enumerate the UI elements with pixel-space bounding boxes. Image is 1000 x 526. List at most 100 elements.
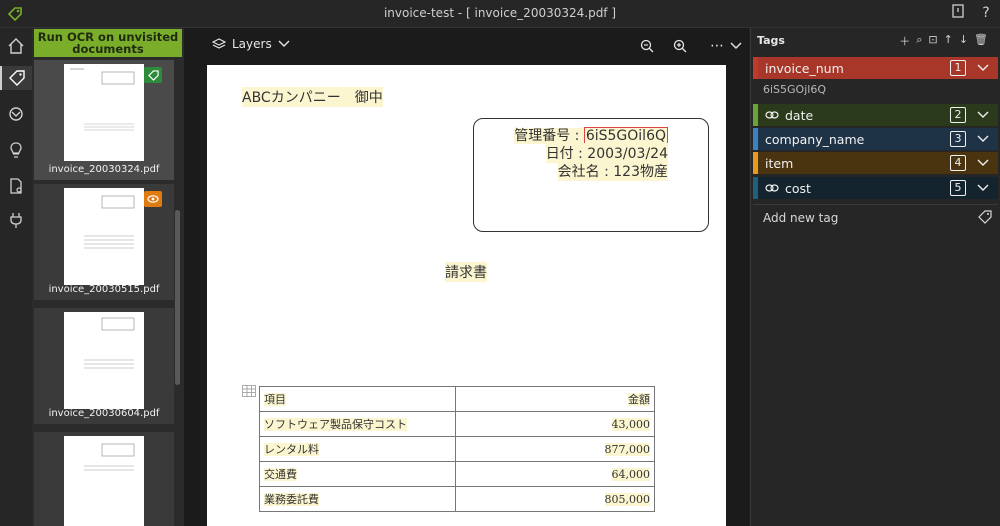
table-row: ソフトウェア製品保守コスト 43,000 (259, 411, 655, 437)
management-number-line: 管理番号 : 6iS5GOil6Q (514, 125, 668, 145)
zoom-out-icon[interactable] (638, 37, 656, 55)
table-cell[interactable]: レンタル料 (259, 436, 456, 462)
management-number-label[interactable]: 管理番号 : (514, 128, 584, 144)
thumbnail-label: invoice_20030324.pdf (48, 164, 160, 175)
thumbnail-scrollbar[interactable] (175, 210, 180, 385)
tag-name-wrap: date (765, 108, 813, 123)
page-preview (64, 312, 144, 409)
visited-icon (144, 191, 162, 207)
tag-stripe (753, 104, 758, 126)
table-cell[interactable]: 877,000 (455, 436, 655, 462)
tag-hotkey: 2 (950, 107, 966, 123)
layers-dropdown[interactable]: Layers (212, 37, 290, 51)
table-cell[interactable]: 項目 (259, 386, 456, 412)
home-icon[interactable] (4, 34, 28, 58)
table-icon[interactable] (242, 385, 256, 397)
chevron-down-icon[interactable] (727, 37, 745, 55)
tag-item-company-name[interactable]: company_name 3 (753, 128, 998, 150)
tag-icon (978, 210, 992, 224)
thumbnail-item[interactable] (34, 432, 174, 526)
company-line[interactable]: 会社名 : 123物産 (557, 161, 668, 181)
date-line[interactable]: 日付 : 2003/03/24 (545, 143, 668, 163)
train-model-icon[interactable] (4, 102, 28, 126)
table-row: 業務委託費 805,000 (259, 486, 655, 512)
tag-hotkey: 1 (950, 60, 966, 76)
page-preview (64, 436, 144, 526)
table-cell[interactable]: 805,000 (455, 486, 655, 512)
connections-icon[interactable] (4, 208, 28, 232)
run-ocr-button[interactable]: Run OCR on unvisited documents (34, 29, 182, 57)
tag-icon (144, 67, 162, 83)
page-preview (64, 64, 144, 161)
tag-name-wrap: cost (765, 181, 811, 196)
tag-item-date[interactable]: date 2 (753, 104, 998, 126)
tag-stripe (753, 152, 758, 174)
add-icon[interactable]: ＋ (899, 33, 910, 49)
chevron-down-icon[interactable] (976, 60, 990, 74)
chevron-down-icon[interactable] (976, 155, 990, 169)
tag-name: company_name (765, 131, 865, 147)
zoom-in-icon[interactable] (671, 37, 689, 55)
addressee-text[interactable]: ABCカンパニー 御中 (242, 87, 383, 107)
thumbnail-item[interactable]: invoice_20030604.pdf (34, 308, 174, 424)
feedback-icon[interactable] (949, 4, 967, 22)
tag-item-item[interactable]: item 4 (753, 152, 998, 174)
thumbnail-label: invoice_20030515.pdf (48, 284, 160, 295)
invoice-table: 項目 金額 ソフトウェア製品保守コスト 43,000 レンタル料 877,000… (259, 386, 655, 512)
thumbnail-label: invoice_20030604.pdf (48, 408, 160, 419)
thumbnail-strip: Run OCR on unvisited documents invoice_2… (32, 28, 184, 526)
tag-item-cost[interactable]: cost 5 (753, 177, 998, 199)
page-preview (64, 188, 144, 285)
tags-panel: Tags ＋ ⌕ ⊡ ↑ ↓ 🗑 invoice_num 1 6iS5GOjl6… (750, 28, 1000, 526)
project-settings-icon[interactable] (4, 174, 28, 198)
thumbnail-item[interactable]: invoice_20030324.pdf (34, 60, 174, 180)
table-cell[interactable]: 金額 (455, 386, 655, 412)
move-down-icon[interactable]: ↓ (959, 33, 968, 49)
window-title: invoice-test - [ invoice_20030324.pdf ] (383, 6, 617, 20)
chevron-down-icon (278, 40, 290, 47)
chevron-down-icon[interactable] (976, 131, 990, 145)
table-row: 交通費 64,000 (259, 461, 655, 487)
chevron-down-icon[interactable] (976, 180, 990, 194)
add-new-tag-input[interactable]: Add new tag (753, 204, 998, 230)
analyze-icon[interactable] (4, 138, 28, 162)
nav-rail (0, 28, 32, 526)
document-page: ABCカンパニー 御中 管理番号 : 6iS5GOil6Q 日付 : 2003/… (207, 65, 726, 526)
tag-hotkey: 3 (950, 131, 966, 147)
tag-stripe (753, 57, 758, 79)
more-icon[interactable]: ⋯ (708, 37, 726, 55)
table-cell[interactable]: 64,000 (455, 461, 655, 487)
search-icon[interactable]: ⌕ (916, 33, 922, 49)
tag-stripe (753, 177, 758, 199)
table-cell[interactable]: 業務委託費 (259, 486, 456, 512)
table-cell[interactable]: 43,000 (455, 411, 655, 437)
tag-editor-icon[interactable] (0, 66, 32, 90)
table-cell[interactable]: ソフトウェア製品保守コスト (259, 411, 456, 437)
tag-name: invoice_num (765, 60, 844, 76)
layers-label: Layers (232, 37, 272, 51)
help-icon[interactable]: ? (977, 4, 995, 22)
add-new-tag-label: Add new tag (763, 211, 839, 225)
link-icon (765, 184, 779, 192)
move-up-icon[interactable]: ↑ (944, 33, 953, 49)
tag-name: item (765, 155, 794, 171)
thumbnail-item[interactable]: invoice_20030515.pdf (34, 184, 174, 300)
tag-item-invoice-num[interactable]: invoice_num 1 (753, 57, 998, 79)
delete-icon[interactable]: 🗑 (974, 33, 988, 49)
tag-name: cost (785, 180, 811, 196)
tag-hotkey: 4 (950, 155, 966, 171)
link-icon (765, 111, 779, 119)
table-row: 項目 金額 (259, 386, 655, 412)
tags-toolbar: ＋ ⌕ ⊡ ↑ ↓ 🗑 (899, 33, 988, 49)
layers-icon (212, 38, 226, 49)
lock-icon[interactable]: ⊡ (928, 33, 937, 49)
tags-panel-title: Tags (757, 34, 785, 47)
table-cell[interactable]: 交通費 (259, 461, 456, 487)
canvas-toolbar: Layers ⋯ (184, 28, 749, 64)
tag-stripe (753, 128, 758, 150)
tag-value-invoice-num: 6iS5GOjl6Q (763, 83, 826, 96)
tag-hotkey: 5 (950, 180, 966, 196)
document-heading[interactable]: 請求書 (445, 262, 487, 282)
table-row: レンタル料 877,000 (259, 436, 655, 462)
chevron-down-icon[interactable] (976, 107, 990, 121)
